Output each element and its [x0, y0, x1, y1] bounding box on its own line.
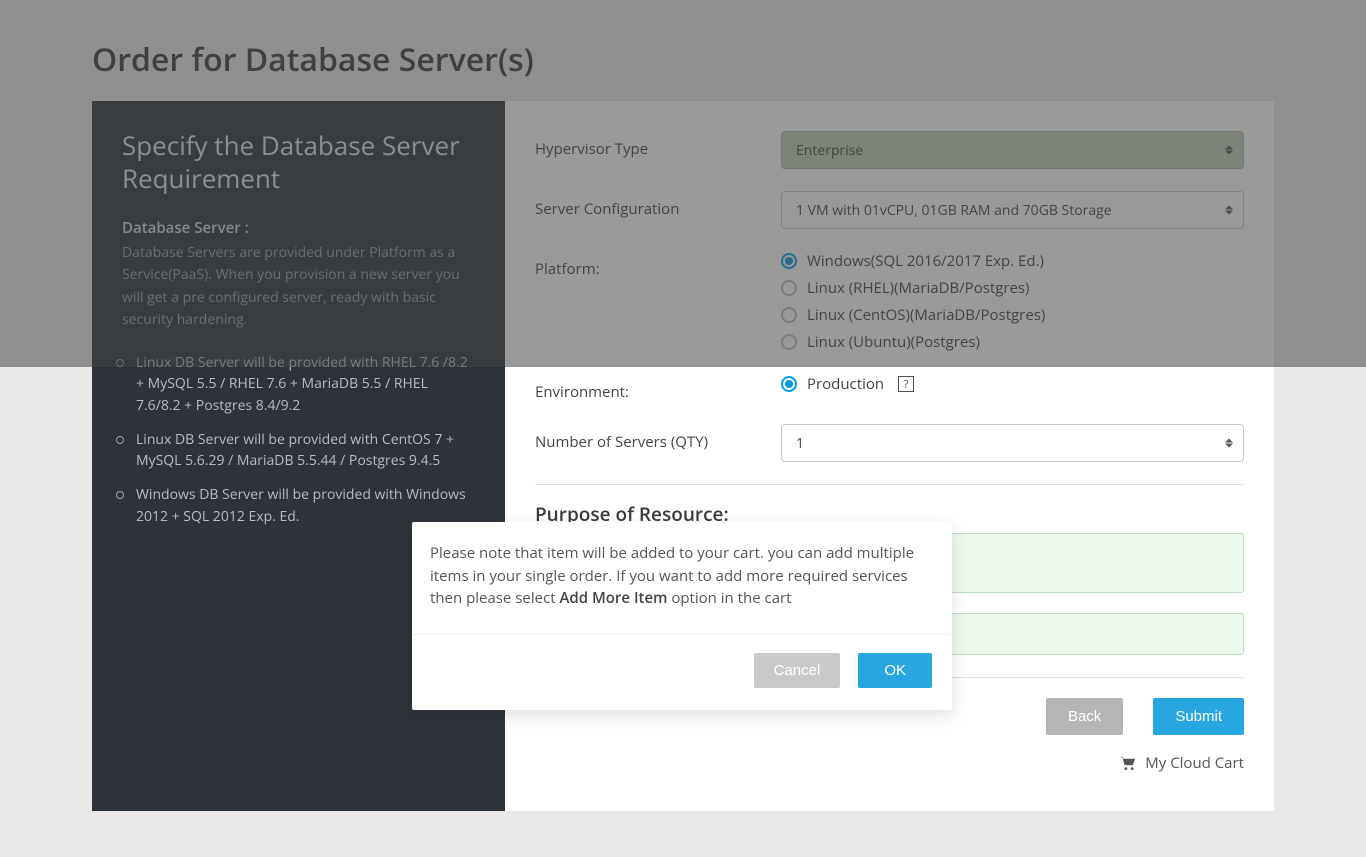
- select-updown-icon: [1225, 439, 1233, 448]
- cancel-button[interactable]: Cancel: [754, 653, 841, 688]
- sidebar-bullet: Linux DB Server will be provided with Ce…: [122, 429, 475, 472]
- environment-value: Production: [807, 374, 884, 394]
- radio-icon: [781, 376, 797, 392]
- modal-body: Please note that item will be added to y…: [412, 522, 952, 635]
- my-cloud-cart-link[interactable]: My Cloud Cart: [535, 753, 1244, 773]
- cart-icon: [1119, 755, 1137, 769]
- confirm-modal: Please note that item will be added to y…: [412, 522, 952, 710]
- qty-select[interactable]: 1: [781, 424, 1244, 462]
- help-icon[interactable]: ?: [898, 376, 914, 392]
- cart-label: My Cloud Cart: [1145, 753, 1244, 773]
- modal-text-2: option in the cart: [667, 588, 791, 608]
- qty-value: 1: [796, 434, 804, 453]
- environment-label: Environment:: [535, 374, 781, 402]
- environment-option-production[interactable]: Production ?: [781, 374, 1244, 394]
- submit-button[interactable]: Submit: [1153, 698, 1244, 735]
- back-button[interactable]: Back: [1046, 698, 1123, 735]
- modal-footer: Cancel OK: [412, 635, 952, 710]
- ok-button[interactable]: OK: [858, 653, 932, 688]
- modal-backdrop: [0, 0, 1366, 367]
- modal-text-bold: Add More Item: [559, 588, 667, 608]
- qty-label: Number of Servers (QTY): [535, 424, 781, 452]
- purpose-heading: Purpose of Resource:: [535, 484, 1244, 527]
- sidebar-bullet: Windows DB Server will be provided with …: [122, 484, 475, 527]
